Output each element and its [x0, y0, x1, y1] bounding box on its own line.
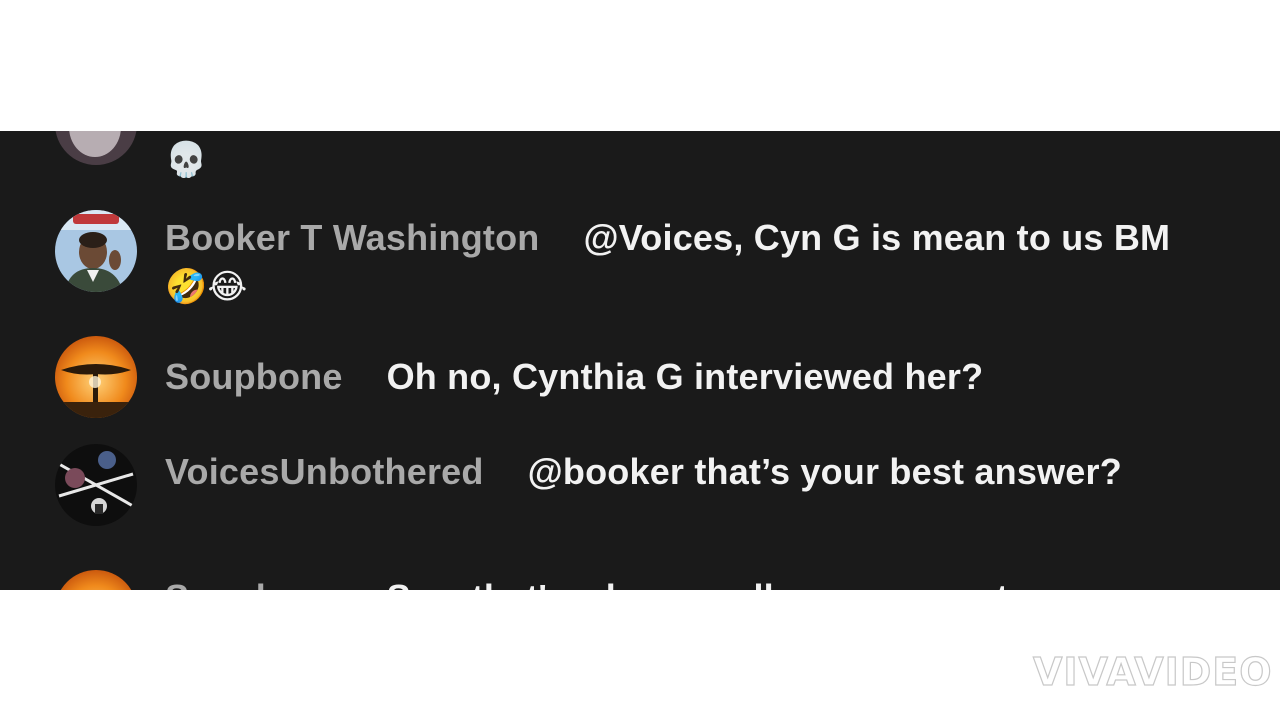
skull-emoji: 💀 — [165, 140, 208, 180]
chat-message-text: @booker that’s your best answer? — [527, 451, 1122, 492]
vivavideo-watermark: VIVAVIDEO — [1032, 649, 1273, 694]
chat-message-text: @Voices, Cyn G is mean to us BM — [583, 217, 1171, 258]
chat-message-text: See, that's why you all were wrong to — [387, 577, 1031, 590]
avatar[interactable] — [55, 210, 137, 292]
chat-username[interactable]: Soupbone — [165, 577, 343, 590]
avatar[interactable] — [55, 336, 137, 418]
live-chat-panel: 💀 Booker T Washington @Voices, Cyn G is m… — [0, 131, 1280, 590]
avatar[interactable] — [55, 444, 137, 526]
avatar[interactable] — [55, 131, 137, 165]
laughing-emoji: 🤣😂 — [165, 267, 248, 307]
chat-username[interactable]: VoicesUnbothered — [165, 451, 484, 492]
chat-username[interactable]: Soupbone — [165, 356, 343, 397]
avatar[interactable] — [55, 570, 137, 590]
chat-username[interactable]: Booker T Washington — [165, 217, 539, 258]
chat-message-text: Oh no, Cynthia G interviewed her? — [386, 356, 984, 397]
